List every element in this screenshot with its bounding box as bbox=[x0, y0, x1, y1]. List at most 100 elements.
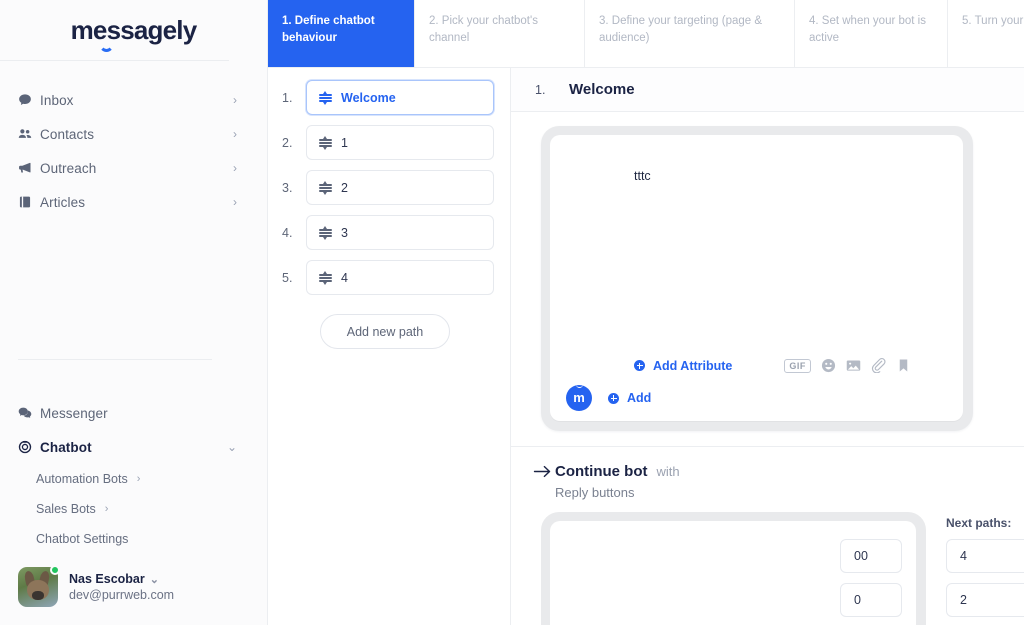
chevron-right-icon: › bbox=[136, 473, 141, 485]
sidebar-item-articles[interactable]: Articles › bbox=[0, 185, 267, 219]
sidebar-item-chatbot[interactable]: Chatbot ⌄ bbox=[0, 430, 267, 464]
sidebar-subitem-automation-bots[interactable]: Automation Bots › bbox=[0, 464, 267, 494]
book-icon bbox=[18, 195, 40, 209]
sidebar-item-contacts[interactable]: Contacts › bbox=[0, 117, 267, 151]
message-card-outer: tttc Add Attribute GIF m Add bbox=[541, 126, 973, 431]
add-path-wrap: Add new path bbox=[268, 314, 510, 349]
paths-panel: 1. Welcome 2. 1 3. 2 4. 3 5. 4 Add new p… bbox=[268, 68, 511, 625]
sidebar-subitem-sales-bots[interactable]: Sales Bots › bbox=[0, 494, 267, 524]
path-index: 5. bbox=[282, 270, 293, 285]
next-path-select-1[interactable]: 4 bbox=[946, 539, 1024, 573]
sidebar-subitem-label: Sales Bots bbox=[36, 502, 96, 516]
chevron-right-icon: › bbox=[233, 127, 237, 141]
bookmark-icon[interactable] bbox=[896, 358, 911, 373]
step-number: 1. bbox=[535, 82, 546, 97]
app-root: messagely Inbox › Contacts › Outreach › … bbox=[0, 0, 1024, 625]
path-item-1[interactable]: 1 bbox=[306, 125, 494, 160]
chevron-right-icon: › bbox=[233, 93, 237, 107]
tab-turn-chatbot-on[interactable]: 5. Turn your chatbot on bbox=[948, 0, 1024, 67]
tab-set-active-time[interactable]: 4. Set when your bot is active bbox=[795, 0, 948, 67]
sidebar-item-messenger[interactable]: Messenger bbox=[0, 396, 267, 430]
continue-bot-text: Continue bot with Reply buttons bbox=[555, 463, 1024, 500]
tab-pick-channel[interactable]: 2. Pick your chatbot's channel bbox=[415, 0, 585, 67]
chat-bubble-icon bbox=[18, 93, 40, 107]
path-item-2[interactable]: 2 bbox=[306, 170, 494, 205]
reorder-icon[interactable] bbox=[319, 270, 332, 285]
path-label: 2 bbox=[341, 180, 348, 195]
plus-circle-icon bbox=[608, 392, 619, 404]
user-email: dev@purrweb.com bbox=[69, 588, 175, 602]
continue-bot-title: Continue bot bbox=[555, 463, 648, 480]
sidebar-item-label: Chatbot bbox=[40, 439, 92, 455]
chevron-down-icon: ⌄ bbox=[149, 573, 159, 586]
image-icon[interactable] bbox=[846, 358, 861, 373]
page-title: Welcome bbox=[569, 81, 635, 98]
sidebar-primary-nav: Inbox › Contacts › Outreach › Articles › bbox=[0, 61, 267, 219]
bot-avatar[interactable]: m bbox=[566, 385, 592, 411]
contacts-icon bbox=[18, 127, 40, 141]
path-label: 4 bbox=[341, 270, 348, 285]
messenger-icon bbox=[18, 406, 40, 420]
add-attribute-button[interactable]: Add Attribute bbox=[634, 359, 732, 373]
composer-tools: GIF bbox=[784, 358, 911, 373]
sidebar-subitem-label: Chatbot Settings bbox=[36, 532, 129, 546]
path-index: 4. bbox=[282, 225, 293, 240]
reorder-icon[interactable] bbox=[319, 90, 332, 105]
tab-define-chatbot-behaviour[interactable]: 1. Define chatbot behaviour bbox=[268, 0, 415, 67]
logo-text: messagely bbox=[70, 15, 198, 45]
workspace: 1. Welcome 2. 1 3. 2 4. 3 5. 4 Add new p… bbox=[268, 68, 1024, 625]
message-card-footer: m Add bbox=[550, 385, 651, 411]
reply-button-field-2[interactable]: 0 bbox=[840, 583, 902, 617]
path-list-item: 3. 2 bbox=[268, 170, 510, 205]
chevron-right-icon: › bbox=[233, 195, 237, 209]
bot-avatar-letter: m bbox=[573, 389, 585, 405]
path-index: 2. bbox=[282, 135, 293, 150]
tab-define-targeting[interactable]: 3. Define your targeting (page & audienc… bbox=[585, 0, 795, 67]
add-block-button[interactable]: Add bbox=[608, 391, 651, 405]
content-header: 1. Welcome bbox=[511, 68, 1024, 112]
main-area: 1. Define chatbot behaviour 2. Pick your… bbox=[268, 0, 1024, 625]
reorder-icon[interactable] bbox=[319, 180, 332, 195]
chevron-right-icon: › bbox=[233, 161, 237, 175]
bot-smile-icon bbox=[575, 384, 583, 388]
content-panel: 1. Welcome tttc Add Attribute GIF m Add … bbox=[511, 68, 1024, 625]
path-list-item: 2. 1 bbox=[268, 125, 510, 160]
path-index: 3. bbox=[282, 180, 293, 195]
message-text[interactable]: tttc bbox=[550, 169, 963, 183]
path-item-4[interactable]: 4 bbox=[306, 260, 494, 295]
emoji-icon[interactable] bbox=[821, 358, 836, 373]
reorder-icon[interactable] bbox=[319, 135, 332, 150]
path-item-welcome[interactable]: Welcome bbox=[306, 80, 494, 115]
sidebar-item-label: Articles bbox=[40, 194, 86, 210]
user-info: Nas Escobar ⌄ dev@purrweb.com bbox=[69, 572, 174, 602]
chevron-right-icon: › bbox=[104, 503, 109, 515]
sidebar: messagely Inbox › Contacts › Outreach › … bbox=[0, 0, 268, 625]
path-label: Welcome bbox=[341, 90, 396, 105]
next-path-select-2[interactable]: 2 bbox=[946, 583, 1024, 617]
sidebar-item-label: Outreach bbox=[40, 160, 97, 176]
path-label: 3 bbox=[341, 225, 348, 240]
path-list-item: 1. Welcome bbox=[268, 80, 510, 115]
gif-icon[interactable]: GIF bbox=[784, 358, 811, 373]
attachment-icon[interactable] bbox=[871, 358, 886, 373]
reply-card: 00 0 bbox=[550, 521, 916, 625]
sidebar-subitem-chatbot-settings[interactable]: Chatbot Settings bbox=[0, 524, 267, 554]
chevron-down-icon: ⌄ bbox=[226, 440, 237, 454]
next-paths-column: Next paths: 4 2 bbox=[926, 512, 1024, 625]
sidebar-item-outreach[interactable]: Outreach › bbox=[0, 151, 267, 185]
path-item-3[interactable]: 3 bbox=[306, 215, 494, 250]
sidebar-item-label: Inbox bbox=[40, 92, 74, 108]
avatar-shell bbox=[18, 565, 60, 607]
sidebar-item-inbox[interactable]: Inbox › bbox=[0, 83, 267, 117]
sidebar-divider-mid bbox=[18, 359, 212, 360]
reply-button-field-1[interactable]: 00 bbox=[840, 539, 902, 573]
next-paths-label: Next paths: bbox=[946, 516, 1012, 530]
user-account[interactable]: Nas Escobar ⌄ dev@purrweb.com bbox=[18, 565, 174, 607]
reorder-icon[interactable] bbox=[319, 225, 332, 240]
add-new-path-button[interactable]: Add new path bbox=[319, 314, 451, 349]
continue-bot-subtitle: Reply buttons bbox=[555, 485, 635, 500]
logo[interactable]: messagely bbox=[0, 0, 267, 60]
sidebar-item-label: Messenger bbox=[40, 405, 108, 421]
continue-bot-header: Continue bot with Reply buttons Delete bbox=[511, 447, 1024, 500]
